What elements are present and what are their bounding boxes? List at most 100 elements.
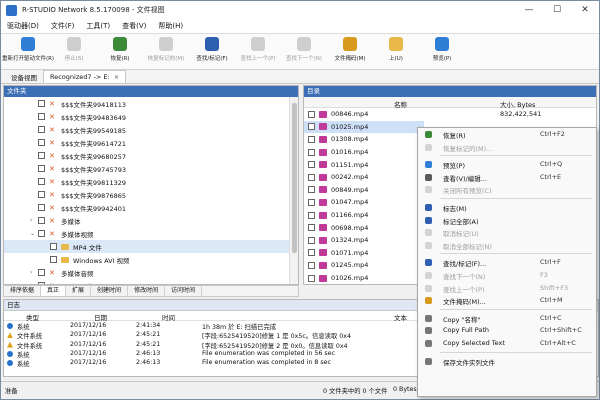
file-row-checkbox[interactable] xyxy=(308,161,315,169)
file-row-checkbox[interactable] xyxy=(308,198,315,206)
menu-view[interactable]: 查看(V) xyxy=(122,21,146,31)
tree-row-checkbox[interactable] xyxy=(50,256,57,263)
tree-row-checkbox[interactable] xyxy=(38,204,45,211)
tree-row-checkbox[interactable] xyxy=(38,191,45,198)
tree-row-checkbox[interactable] xyxy=(38,165,45,172)
expand-icon[interactable]: › xyxy=(30,282,38,284)
file-row-checkbox[interactable] xyxy=(308,135,315,143)
find-mark-button[interactable]: 查找/标记(F) xyxy=(189,34,235,68)
context-menu-item[interactable]: 取消全部标记(N) xyxy=(418,239,596,252)
minimize-button[interactable]: — xyxy=(515,5,543,15)
tree-row-checkbox[interactable] xyxy=(38,152,45,159)
context-menu-item[interactable]: 标志(M) xyxy=(418,201,596,214)
tree-row-checkbox[interactable] xyxy=(38,217,45,224)
sort-tab[interactable]: 修改时间 xyxy=(128,286,166,296)
menu-file[interactable]: 文件(F) xyxy=(51,21,75,31)
context-menu-item[interactable]: 保存文件实列文件 xyxy=(418,355,596,368)
file-row[interactable]: 01016.mp4 xyxy=(304,146,424,159)
context-menu-item[interactable]: 取消标记(U) xyxy=(418,226,596,239)
file-row[interactable]: 01025.mp4 xyxy=(304,120,424,134)
tree-row[interactable]: ✕ $$$文件夹99549185 xyxy=(4,123,290,136)
file-row[interactable]: 01026.mp4 xyxy=(304,272,424,285)
context-menu-item[interactable]: 标记全部(A) xyxy=(418,214,596,227)
reopen-drive-button[interactable]: 重新打开驱动文件(R) xyxy=(2,34,54,68)
file-row[interactable]: 01245.mp4 xyxy=(304,259,424,272)
tree-row[interactable]: MP4 文件 xyxy=(4,240,290,253)
file-row-checkbox[interactable] xyxy=(308,261,315,269)
column-size[interactable]: 大小, Bytes xyxy=(500,99,535,109)
tree-row[interactable]: ✕ $$$文件夹99418113 xyxy=(4,97,290,110)
context-menu-item[interactable]: 关闭所有预览(C) xyxy=(418,183,596,196)
context-menu-item[interactable]: 预览(P) Ctrl+Q xyxy=(418,158,596,171)
file-row-checkbox[interactable] xyxy=(308,236,315,244)
menu-help[interactable]: 帮助(H) xyxy=(158,21,183,31)
find-previous-button[interactable]: 查找上一个(P) xyxy=(235,34,281,68)
tree-row[interactable]: Windows AVI 视频 xyxy=(4,253,290,266)
sort-tab[interactable]: 创建时间 xyxy=(91,286,129,296)
stop-button[interactable]: 停止(S) xyxy=(51,34,97,68)
sort-tab[interactable]: 访问时间 xyxy=(165,286,203,296)
tree-row-checkbox[interactable] xyxy=(38,269,45,276)
tree-row[interactable]: ⌄ ✕ 多媒体视频 xyxy=(4,227,290,240)
tree-row-checkbox[interactable] xyxy=(50,243,57,250)
context-menu-item[interactable]: 查看(V)/编辑... Ctrl+E xyxy=(418,171,596,184)
collapse-icon[interactable]: ⌄ xyxy=(30,230,38,237)
tree-row-checkbox[interactable] xyxy=(38,139,45,146)
file-row[interactable]: 01071.mp4 xyxy=(304,247,424,260)
file-row-checkbox[interactable] xyxy=(308,211,315,219)
file-row[interactable]: 00698.mp4 xyxy=(304,221,424,234)
file-row[interactable]: 00846.mp4 xyxy=(304,108,424,121)
file-row[interactable]: 01308.mp4 xyxy=(304,133,424,146)
tree-row[interactable]: ✕ $$$文件夹99680257 xyxy=(4,149,290,162)
preview-button[interactable]: 预览(P) xyxy=(419,34,465,68)
up-button[interactable]: 上(U) xyxy=(373,34,419,68)
tree-row-checkbox[interactable] xyxy=(38,230,45,237)
file-row[interactable]: 01324.mp4 xyxy=(304,234,424,247)
file-row-checkbox[interactable] xyxy=(308,173,315,181)
context-menu-item[interactable]: 查找/标记(F)... Ctrl+F xyxy=(418,256,596,269)
tree-row[interactable]: ✕ $$$文件夹99483649 xyxy=(4,110,290,123)
expand-icon[interactable]: › xyxy=(30,217,38,224)
tree-row[interactable]: ✕ $$$文件夹99811329 xyxy=(4,175,290,188)
file-row-checkbox[interactable] xyxy=(308,110,315,118)
file-row-checkbox[interactable] xyxy=(308,123,315,131)
file-row[interactable]: 00849.mp4 xyxy=(304,184,424,197)
context-menu-item[interactable]: 查找下一个(N) F3 xyxy=(418,269,596,282)
file-row-checkbox[interactable] xyxy=(308,249,315,257)
tree-row-checkbox[interactable] xyxy=(38,100,45,107)
tree-row-checkbox[interactable] xyxy=(38,126,45,133)
tree-row[interactable]: ✕ $$$文件夹99614721 xyxy=(4,136,290,149)
tree-row-checkbox[interactable] xyxy=(38,113,45,120)
tree-row[interactable]: ✕ $$$文件夹99745793 xyxy=(4,162,290,175)
tree-row[interactable]: › ✕ 多媒体 xyxy=(4,214,290,227)
tree-row-checkbox[interactable] xyxy=(38,282,45,284)
file-row[interactable]: 01166.mp4 xyxy=(304,209,424,222)
tree-row[interactable]: › ✕ 图形、图片 xyxy=(4,279,290,284)
close-button[interactable]: ✕ xyxy=(571,5,599,15)
tree-row-checkbox[interactable] xyxy=(38,178,45,185)
context-menu-item[interactable]: 文件掩码(M)... Ctrl+M xyxy=(418,294,596,307)
tree-row[interactable]: ✕ $$$文件夹99876865 xyxy=(4,188,290,201)
close-tab-icon[interactable]: × xyxy=(114,73,119,81)
maximize-button[interactable]: ☐ xyxy=(543,5,571,15)
file-row[interactable]: 01151.mp4 xyxy=(304,158,424,171)
file-row-checkbox[interactable] xyxy=(308,274,315,282)
recover-button[interactable]: 恢复(R) xyxy=(97,34,143,68)
expand-icon[interactable]: › xyxy=(30,269,38,276)
tree-scrollbar-thumb[interactable] xyxy=(292,103,297,253)
recover-marked-button[interactable]: 恢复标记的(M) xyxy=(143,34,189,68)
sort-tab[interactable]: 扩展 xyxy=(66,286,92,296)
file-mask-button[interactable]: 文件掩码(M) xyxy=(327,34,373,68)
tab-device-view[interactable]: 设备视图 xyxy=(5,70,43,83)
menu-tools[interactable]: 工具(T) xyxy=(86,21,110,31)
file-row-checkbox[interactable] xyxy=(308,186,315,194)
sort-tab[interactable]: 真正 xyxy=(41,286,67,296)
context-menu-item[interactable]: 恢复(R) Ctrl+F2 xyxy=(418,128,596,141)
file-row-checkbox[interactable] xyxy=(308,148,315,156)
context-menu-item[interactable]: 查找上一个(P) Shift+F3 xyxy=(418,282,596,295)
context-menu-item[interactable]: Copy Selected Text Ctrl+Alt+C xyxy=(418,337,596,350)
context-menu-item[interactable]: Copy Full Path Ctrl+Shift+C xyxy=(418,324,596,337)
menu-drive[interactable]: 驱动器(D) xyxy=(7,21,39,31)
file-row[interactable]: 00242.mp4 xyxy=(304,171,424,184)
tree-row[interactable]: ✕ $$$文件夹99942401 xyxy=(4,201,290,214)
